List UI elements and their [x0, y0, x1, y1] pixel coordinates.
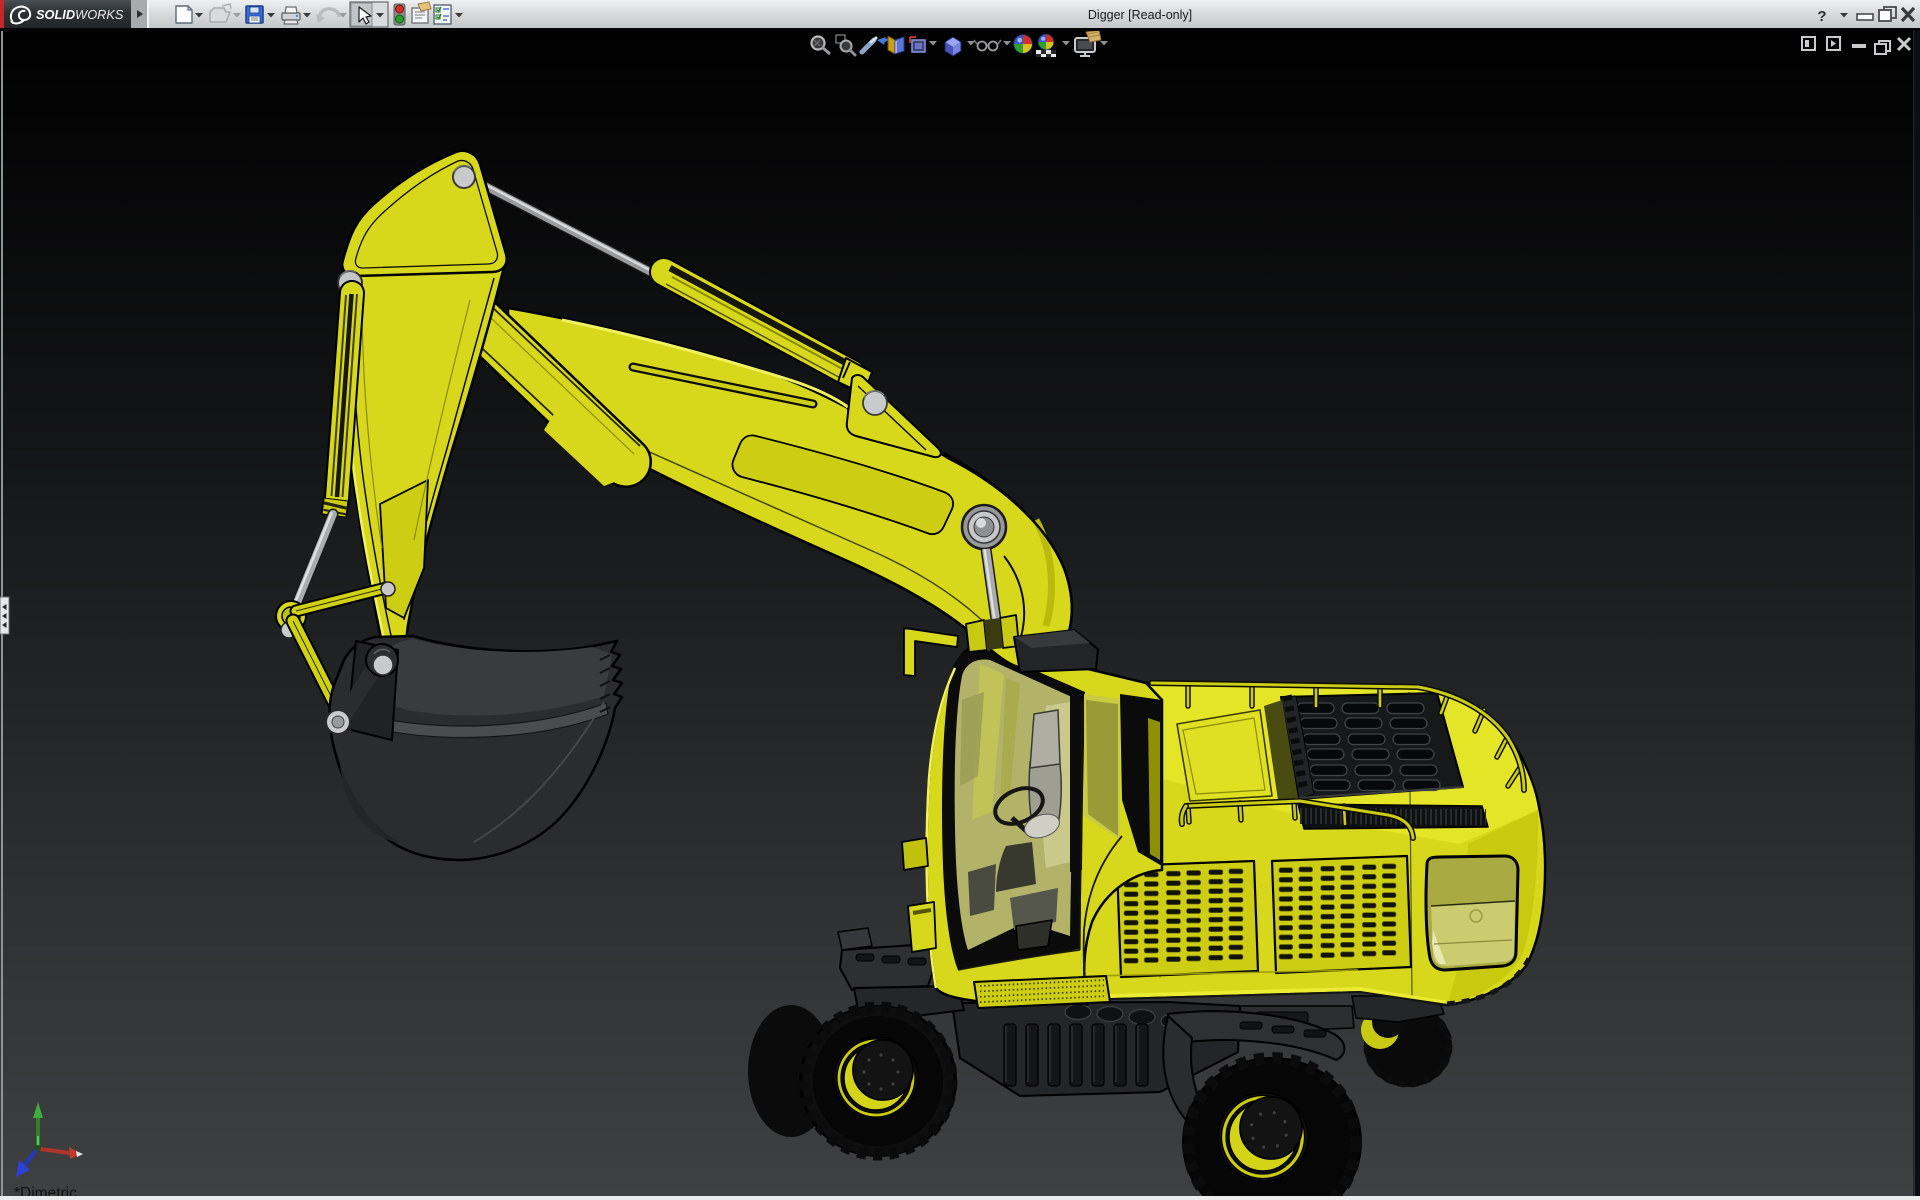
svg-text:SOLIDWORKS: SOLIDWORKS — [36, 7, 124, 22]
svg-text:?: ? — [1817, 8, 1826, 25]
svg-text:Digger [Read-only]: Digger [Read-only] — [1088, 8, 1192, 22]
